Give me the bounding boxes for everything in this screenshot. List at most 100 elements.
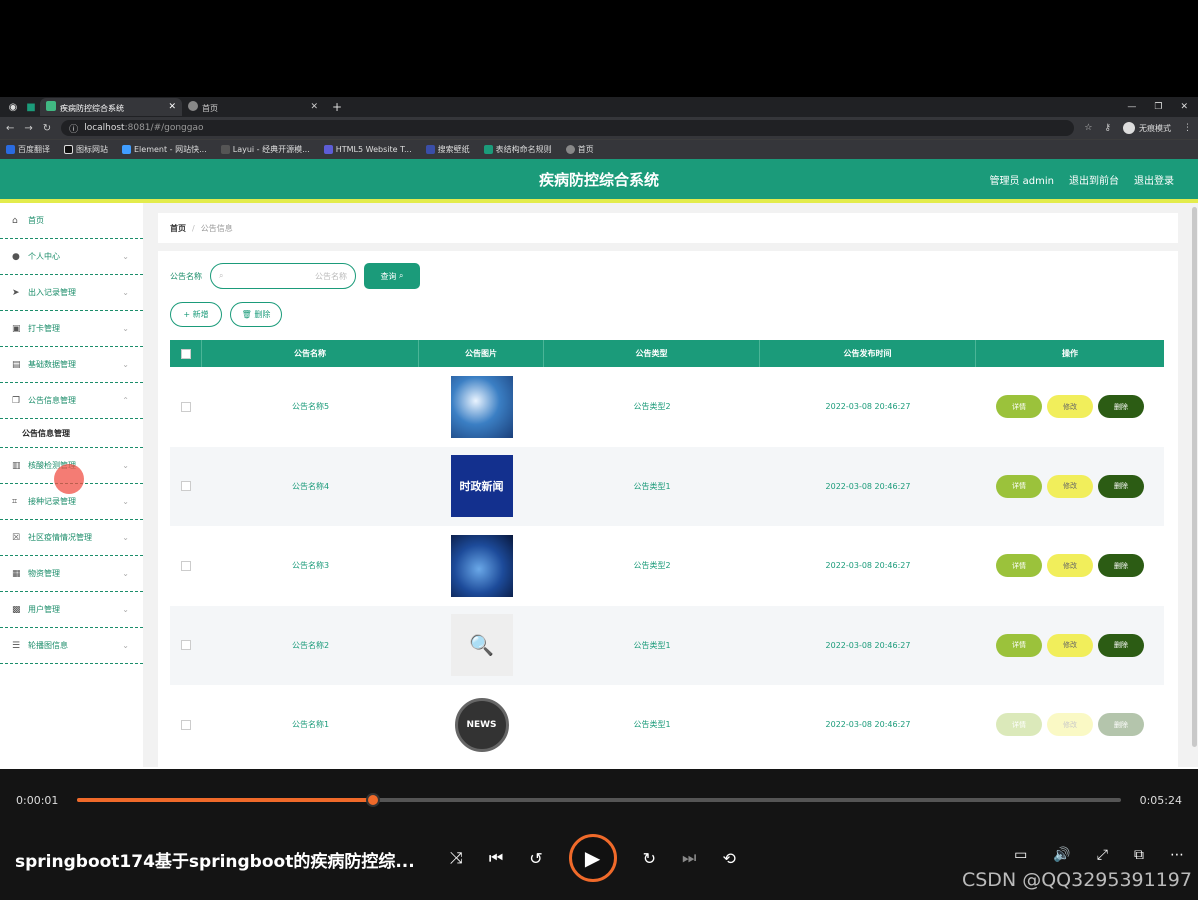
video-title: springboot174基于springboot的疾病防控综... [15,852,415,872]
reload-icon[interactable]: ↻ [43,123,51,134]
vue-favicon-icon [46,100,56,111]
batch-delete-button[interactable]: 🗑 删除 [230,302,282,327]
sidebar-item-community-epidemic[interactable]: ☒ 社区疫情情况管理 ⌄ [0,520,143,556]
minimize-icon[interactable]: — [1127,102,1136,112]
sidebar-item-access-records[interactable]: ➤ 出入记录管理 ⌄ [0,275,143,311]
bookmark-item[interactable]: HTML5 Website T... [323,145,412,154]
incognito-icon [1123,122,1135,134]
bookmark-item[interactable]: Element - 网站快... [122,144,207,155]
row-checkbox[interactable] [181,481,191,492]
app-title: 疾病防控综合系统 [538,170,659,189]
detail-button[interactable]: 详情 [996,474,1042,498]
query-button[interactable]: 查询 ⌕ [364,263,420,289]
breadcrumb-home[interactable]: 首页 [170,223,186,234]
star-icon[interactable]: ☆ [1084,123,1092,133]
detail-button[interactable]: 详情 [996,554,1042,578]
forward-30-icon[interactable]: ↻ [643,849,656,868]
tab-group-icon[interactable]: ■ [22,102,40,113]
play-button[interactable]: ▶ [568,834,617,882]
row-checkbox[interactable] [181,401,191,412]
add-button[interactable]: + 新增 [170,302,222,327]
close-tab-icon[interactable]: ✕ [310,102,318,112]
bookmarks-bar: 百度翻译 图标网站 Element - 网站快... Layui - 经典开源模… [0,139,1198,159]
edit-button[interactable]: 修改 [1047,554,1093,578]
key-icon[interactable]: ⚷ [1104,123,1111,133]
progress-fill [77,798,374,802]
miniplayer-icon[interactable]: ⧉ [1134,847,1144,863]
detail-button[interactable]: 详情 [996,633,1042,657]
tab-bar: ◉ ■ 疾病防控综合系统 ✕ 首页 ✕ + — ❐ ✕ [0,97,1198,117]
more-options-icon[interactable]: ⋯ [1170,847,1184,863]
fullscreen-icon[interactable]: ⤢ [1097,847,1108,863]
previous-icon[interactable]: ⏮ [489,848,503,868]
sidebar-subitem-notice-management[interactable]: 公告信息管理 [0,419,143,448]
select-all-checkbox[interactable] [180,348,191,359]
new-tab-icon[interactable]: + [332,100,342,114]
maximize-icon[interactable]: ❐ [1154,102,1162,112]
sidebar-item-carousel[interactable]: ☰ 轮播图信息 ⌄ [0,628,143,664]
sidebar-item-base-data[interactable]: ▤ 基础数据管理 ⌄ [0,347,143,383]
sidebar-item-users[interactable]: ▩ 用户管理 ⌄ [0,592,143,628]
exit-to-front-link[interactable]: 退出到前台 [1069,172,1119,187]
bookmark-item[interactable]: 首页 [565,144,594,155]
chevron-down-icon: ⌄ [122,605,129,614]
delete-button[interactable]: 删除 [1098,474,1144,498]
more-icon[interactable]: ⋮ [1183,123,1192,133]
sidebar-item-home[interactable]: ⌂ 首页 [0,203,143,239]
box-icon: ▦ [12,568,21,579]
row-checkbox[interactable] [181,640,191,651]
url-field[interactable]: ⓘ localhost:8081/#/gonggao [61,120,1075,136]
delete-button[interactable]: 删除 [1098,713,1144,737]
tab-label: 疾病防控综合系统 [60,103,124,113]
row-checkbox[interactable] [181,719,191,730]
tab-active[interactable]: 疾病防控综合系统 ✕ [40,98,182,116]
repeat-off-icon[interactable]: ⟲ [722,849,735,868]
info-icon[interactable]: ⓘ [69,122,78,135]
bookmark-item[interactable]: 表结构命名规则 [483,144,552,155]
bookmark-item[interactable]: Layui - 经典开源模... [220,144,310,155]
shuffle-icon[interactable]: ⤨ [450,848,463,868]
table-row: 公告名称5 公告类型2 2022-03-08 20:46:27 详情 修改 删除 [170,367,1164,447]
tab-inactive[interactable]: 首页 ✕ [182,98,324,116]
sidebar-item-supplies[interactable]: ▦ 物资管理 ⌄ [0,556,143,592]
detail-button[interactable]: 详情 [996,713,1042,737]
browser-menu-icon[interactable]: ◉ [4,102,22,113]
edit-button[interactable]: 修改 [1047,633,1093,657]
forward-icon[interactable]: → [24,123,32,134]
logout-link[interactable]: 退出登录 [1134,172,1174,187]
stamp-icon: ☒ [12,532,21,543]
progress-handle[interactable] [366,793,381,807]
sidebar-item-profile[interactable]: ● 个人中心 ⌄ [0,239,143,275]
bookmark-item[interactable]: 百度翻译 [6,144,50,155]
search-input[interactable]: ⌕ 公告名称 [210,263,356,289]
table-row: 公告名称2 🔍 公告类型1 2022-03-08 20:46:27 详情 修改 删除 [170,605,1164,685]
close-tab-icon[interactable]: ✕ [168,102,176,112]
home-icon: ⌂ [12,215,18,226]
window-controls: — ❐ ✕ [1127,102,1198,112]
page-scrollbar[interactable] [1192,207,1197,747]
back-icon[interactable]: ← [6,123,14,134]
sidebar-item-notices[interactable]: ❐ 公告信息管理 ⌃ [0,383,143,419]
subtitles-icon[interactable]: ▭ [1014,847,1027,863]
row-checkbox[interactable] [181,560,191,571]
edit-button[interactable]: 修改 [1047,395,1093,419]
chevron-up-icon: ⌃ [122,396,129,405]
bookmark-item[interactable]: 图标网站 [64,144,108,155]
delete-button[interactable]: 删除 [1098,554,1144,578]
next-icon[interactable]: ⏭ [682,848,696,868]
close-window-icon[interactable]: ✕ [1180,102,1188,112]
detail-button[interactable]: 详情 [996,395,1042,419]
sidebar-item-checkin[interactable]: ▣ 打卡管理 ⌄ [0,311,143,347]
briefcase-icon: ▣ [12,323,21,334]
rewind-10-icon[interactable]: ↺ [529,849,542,868]
bookmark-item[interactable]: 搜索壁纸 [425,144,470,155]
delete-button[interactable]: 删除 [1098,395,1144,419]
progress-track[interactable] [77,793,1121,807]
delete-button[interactable]: 删除 [1098,633,1144,657]
search-icon: ⌕ [219,271,224,280]
breadcrumb-separator: / [192,223,195,233]
profile-button[interactable]: 无痕模式 [1123,122,1171,134]
volume-icon[interactable]: 🔊 [1053,847,1070,863]
edit-button[interactable]: 修改 [1047,713,1093,737]
edit-button[interactable]: 修改 [1047,474,1093,498]
